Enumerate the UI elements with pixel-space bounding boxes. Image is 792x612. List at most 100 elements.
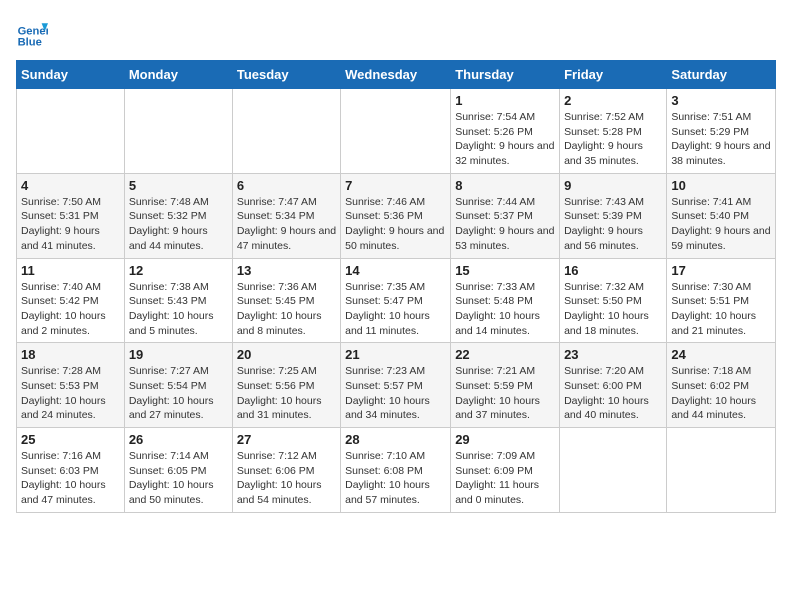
day-number: 10 (671, 178, 771, 193)
day-number: 14 (345, 263, 446, 278)
day-number: 19 (129, 347, 228, 362)
calendar-cell: 6 Sunrise: 7:47 AM Sunset: 5:34 PM Daylig… (232, 173, 340, 258)
day-info: Sunrise: 7:23 AM Sunset: 5:57 PM Dayligh… (345, 364, 446, 423)
day-number: 7 (345, 178, 446, 193)
dow-header-saturday: Saturday (667, 61, 776, 89)
calendar-cell: 9 Sunrise: 7:43 AM Sunset: 5:39 PM Daylig… (560, 173, 667, 258)
day-number: 21 (345, 347, 446, 362)
day-number: 20 (237, 347, 336, 362)
calendar-cell: 1 Sunrise: 7:54 AM Sunset: 5:26 PM Daylig… (451, 89, 560, 174)
day-number: 28 (345, 432, 446, 447)
day-number: 29 (455, 432, 555, 447)
calendar-cell: 27 Sunrise: 7:12 AM Sunset: 6:06 PM Dayli… (232, 428, 340, 513)
dow-header-tuesday: Tuesday (232, 61, 340, 89)
calendar-cell: 7 Sunrise: 7:46 AM Sunset: 5:36 PM Daylig… (341, 173, 451, 258)
day-info: Sunrise: 7:38 AM Sunset: 5:43 PM Dayligh… (129, 280, 228, 339)
calendar-body: 1 Sunrise: 7:54 AM Sunset: 5:26 PM Daylig… (17, 89, 776, 513)
day-number: 17 (671, 263, 771, 278)
day-number: 8 (455, 178, 555, 193)
day-info: Sunrise: 7:41 AM Sunset: 5:40 PM Dayligh… (671, 195, 771, 254)
calendar-cell: 4 Sunrise: 7:50 AM Sunset: 5:31 PM Daylig… (17, 173, 125, 258)
calendar-cell: 8Sunrise: 7:44 AM Sunset: 5:37 PM Daylig… (451, 173, 560, 258)
week-row-2: 4 Sunrise: 7:50 AM Sunset: 5:31 PM Daylig… (17, 173, 776, 258)
calendar-cell: 26 Sunrise: 7:14 AM Sunset: 6:05 PM Dayli… (124, 428, 232, 513)
logo-icon: General Blue (16, 20, 48, 52)
calendar-cell: 24 Sunrise: 7:18 AM Sunset: 6:02 PM Dayli… (667, 343, 776, 428)
calendar-cell: 29 Sunrise: 7:09 AM Sunset: 6:09 PM Dayli… (451, 428, 560, 513)
dow-header-wednesday: Wednesday (341, 61, 451, 89)
day-info: Sunrise: 7:47 AM Sunset: 5:34 PM Dayligh… (237, 195, 336, 254)
day-info: Sunrise: 7:27 AM Sunset: 5:54 PM Dayligh… (129, 364, 228, 423)
day-info: Sunrise: 7:21 AM Sunset: 5:59 PM Dayligh… (455, 364, 555, 423)
calendar-table: SundayMondayTuesdayWednesdayThursdayFrid… (16, 60, 776, 513)
calendar-cell (232, 89, 340, 174)
week-row-5: 25 Sunrise: 7:16 AM Sunset: 6:03 PM Dayli… (17, 428, 776, 513)
day-number: 12 (129, 263, 228, 278)
day-number: 26 (129, 432, 228, 447)
calendar-cell: 18 Sunrise: 7:28 AM Sunset: 5:53 PM Dayli… (17, 343, 125, 428)
week-row-4: 18 Sunrise: 7:28 AM Sunset: 5:53 PM Dayli… (17, 343, 776, 428)
day-number: 6 (237, 178, 336, 193)
day-info: Sunrise: 7:40 AM Sunset: 5:42 PM Dayligh… (21, 280, 120, 339)
week-row-1: 1 Sunrise: 7:54 AM Sunset: 5:26 PM Daylig… (17, 89, 776, 174)
day-number: 23 (564, 347, 662, 362)
calendar-cell: 23 Sunrise: 7:20 AM Sunset: 6:00 PM Dayli… (560, 343, 667, 428)
day-number: 22 (455, 347, 555, 362)
day-info: Sunrise: 7:36 AM Sunset: 5:45 PM Dayligh… (237, 280, 336, 339)
calendar-cell (667, 428, 776, 513)
day-info: Sunrise: 7:50 AM Sunset: 5:31 PM Dayligh… (21, 195, 120, 254)
day-info: Sunrise: 7:43 AM Sunset: 5:39 PM Dayligh… (564, 195, 662, 254)
day-info: Sunrise: 7:18 AM Sunset: 6:02 PM Dayligh… (671, 364, 771, 423)
dow-header-thursday: Thursday (451, 61, 560, 89)
calendar-cell: 25 Sunrise: 7:16 AM Sunset: 6:03 PM Dayli… (17, 428, 125, 513)
calendar-cell (17, 89, 125, 174)
day-number: 24 (671, 347, 771, 362)
page-header: General Blue (16, 16, 776, 52)
day-info: Sunrise: 7:16 AM Sunset: 6:03 PM Dayligh… (21, 449, 120, 508)
day-info: Sunrise: 7:48 AM Sunset: 5:32 PM Dayligh… (129, 195, 228, 254)
day-info: Sunrise: 7:09 AM Sunset: 6:09 PM Dayligh… (455, 449, 555, 508)
day-info: Sunrise: 7:10 AM Sunset: 6:08 PM Dayligh… (345, 449, 446, 508)
calendar-cell: 3Sunrise: 7:51 AM Sunset: 5:29 PM Daylig… (667, 89, 776, 174)
day-number: 1 (455, 93, 555, 108)
dow-header-friday: Friday (560, 61, 667, 89)
day-info: Sunrise: 7:25 AM Sunset: 5:56 PM Dayligh… (237, 364, 336, 423)
calendar-cell: 14Sunrise: 7:35 AM Sunset: 5:47 PM Dayli… (341, 258, 451, 343)
day-number: 16 (564, 263, 662, 278)
calendar-cell: 15Sunrise: 7:33 AM Sunset: 5:48 PM Dayli… (451, 258, 560, 343)
dow-header-sunday: Sunday (17, 61, 125, 89)
day-number: 13 (237, 263, 336, 278)
day-number: 18 (21, 347, 120, 362)
day-info: Sunrise: 7:33 AM Sunset: 5:48 PM Dayligh… (455, 280, 555, 339)
calendar-cell: 22 Sunrise: 7:21 AM Sunset: 5:59 PM Dayli… (451, 343, 560, 428)
svg-text:Blue: Blue (18, 37, 42, 49)
day-number: 4 (21, 178, 120, 193)
calendar-cell: 11 Sunrise: 7:40 AM Sunset: 5:42 PM Dayli… (17, 258, 125, 343)
calendar-cell: 16 Sunrise: 7:32 AM Sunset: 5:50 PM Dayli… (560, 258, 667, 343)
calendar-cell: 10 Sunrise: 7:41 AM Sunset: 5:40 PM Dayli… (667, 173, 776, 258)
week-row-3: 11 Sunrise: 7:40 AM Sunset: 5:42 PM Dayli… (17, 258, 776, 343)
day-info: Sunrise: 7:32 AM Sunset: 5:50 PM Dayligh… (564, 280, 662, 339)
calendar-cell: 28 Sunrise: 7:10 AM Sunset: 6:08 PM Dayli… (341, 428, 451, 513)
day-info: Sunrise: 7:20 AM Sunset: 6:00 PM Dayligh… (564, 364, 662, 423)
calendar-cell: 21 Sunrise: 7:23 AM Sunset: 5:57 PM Dayli… (341, 343, 451, 428)
day-info: Sunrise: 7:30 AM Sunset: 5:51 PM Dayligh… (671, 280, 771, 339)
day-info: Sunrise: 7:12 AM Sunset: 6:06 PM Dayligh… (237, 449, 336, 508)
day-number: 5 (129, 178, 228, 193)
day-info: Sunrise: 7:54 AM Sunset: 5:26 PM Dayligh… (455, 110, 555, 169)
calendar-cell (124, 89, 232, 174)
day-info: Sunrise: 7:28 AM Sunset: 5:53 PM Dayligh… (21, 364, 120, 423)
calendar-cell: 19 Sunrise: 7:27 AM Sunset: 5:54 PM Dayli… (124, 343, 232, 428)
day-info: Sunrise: 7:14 AM Sunset: 6:05 PM Dayligh… (129, 449, 228, 508)
day-info: Sunrise: 7:52 AM Sunset: 5:28 PM Dayligh… (564, 110, 662, 169)
day-info: Sunrise: 7:46 AM Sunset: 5:36 PM Dayligh… (345, 195, 446, 254)
day-number: 9 (564, 178, 662, 193)
calendar-cell: 17 Sunrise: 7:30 AM Sunset: 5:51 PM Dayli… (667, 258, 776, 343)
day-number: 11 (21, 263, 120, 278)
logo: General Blue (16, 20, 52, 52)
day-number: 2 (564, 93, 662, 108)
calendar-cell: 12 Sunrise: 7:38 AM Sunset: 5:43 PM Dayli… (124, 258, 232, 343)
day-number: 3 (671, 93, 771, 108)
day-number: 25 (21, 432, 120, 447)
day-number: 27 (237, 432, 336, 447)
